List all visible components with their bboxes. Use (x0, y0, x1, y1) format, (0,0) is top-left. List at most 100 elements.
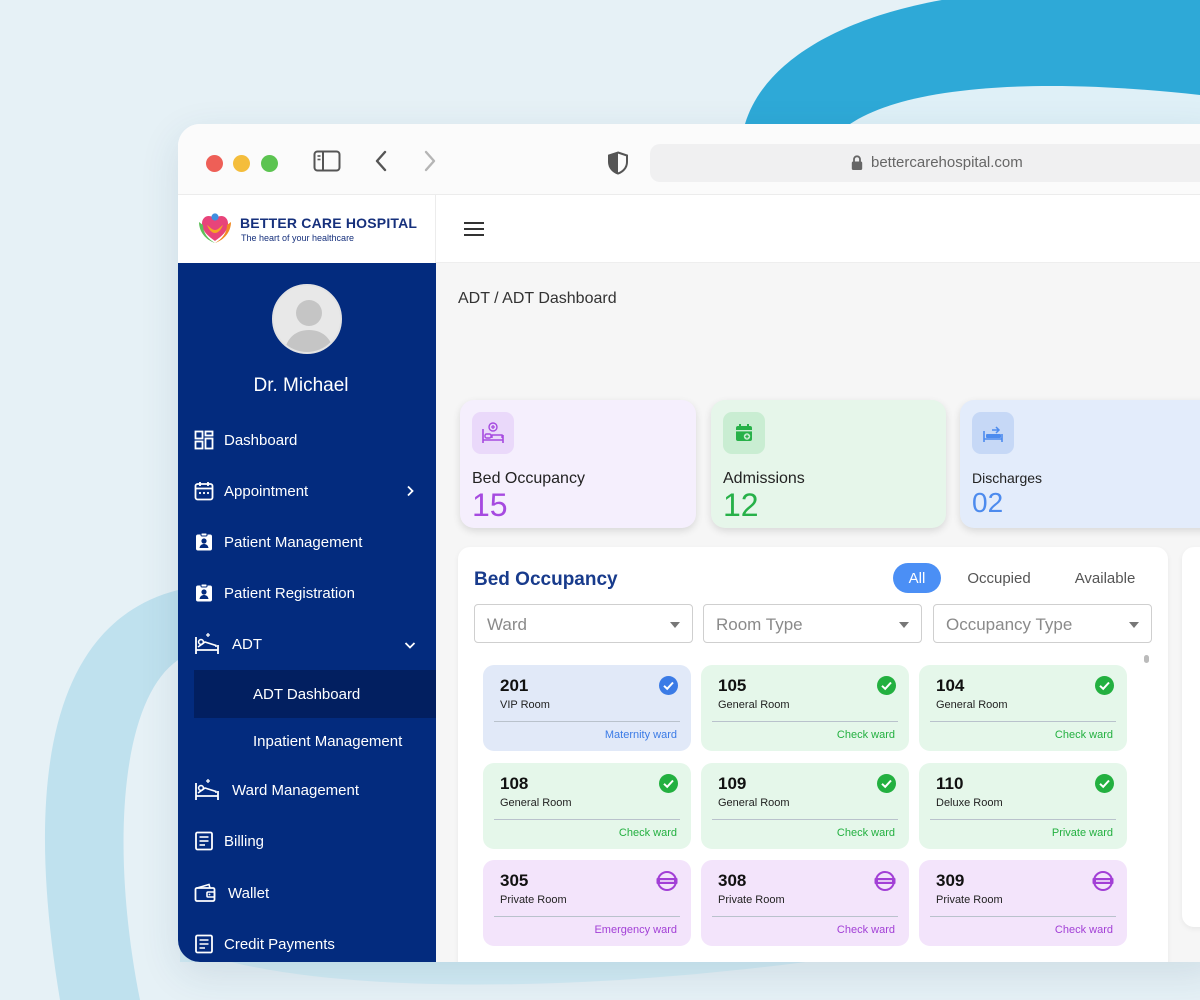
room-ward: Check ward (836, 827, 895, 839)
close-window-button[interactable] (206, 155, 223, 172)
dashboard-icon (194, 430, 214, 450)
stat-card-discharges[interactable]: Discharges 02 (960, 400, 1200, 528)
forward-arrow-icon[interactable] (423, 150, 437, 172)
browser-toolbar: bettercarehospital.com (178, 124, 1200, 195)
caret-down-icon (670, 622, 680, 628)
sidebar-item-adt-dashboard[interactable]: ADT Dashboard (194, 670, 436, 718)
sidebar-item-label: Patient Management (224, 533, 363, 551)
stat-card-admissions[interactable]: Admissions 12 (711, 400, 946, 528)
room-card[interactable]: 305 Private Room Emergency ward (483, 860, 691, 946)
occupied-badge-icon (656, 871, 678, 891)
filter-tab-occupied[interactable]: Occupied (959, 563, 1039, 593)
room-ward: Check ward (836, 924, 895, 936)
occupied-badge-icon (1092, 871, 1114, 891)
room-type: Private Room (936, 894, 1003, 906)
room-card[interactable]: 108 General Room Check ward (483, 763, 691, 849)
room-ward: Maternity ward (604, 729, 677, 741)
stat-card-bed-occupancy[interactable]: Bed Occupancy 15 (460, 400, 696, 528)
select-placeholder: Ward (487, 615, 527, 634)
sidebar-item-label: Credit Payments (224, 935, 335, 953)
room-number: 305 (500, 871, 529, 890)
address-bar[interactable]: bettercarehospital.com (650, 144, 1200, 182)
filter-tab-all[interactable]: All (893, 563, 941, 593)
divider (712, 721, 898, 722)
stat-value: 12 (723, 487, 759, 523)
stat-label: Discharges (972, 470, 1043, 486)
bed-occupancy-panel: Bed Occupancy All Occupied Available War… (458, 547, 1168, 962)
sidebar-item-label: ADT (232, 635, 262, 653)
main-content: ADT / ADT Dashboard Bed Occupancy 15 Adm… (436, 263, 1200, 962)
check-circle-icon (1095, 676, 1114, 695)
room-card[interactable]: 201 VIP Room Maternity ward (483, 665, 691, 751)
occupancy-type-select[interactable]: Occupancy Type (933, 604, 1152, 643)
sidebar-item-patient-registration[interactable]: Patient Registration (178, 570, 436, 616)
sidebar-item-dashboard[interactable]: Dashboard (178, 417, 436, 463)
id-badge-icon (196, 583, 212, 602)
room-card[interactable]: 308 Private Room Check ward (701, 860, 909, 946)
back-arrow-icon[interactable] (374, 150, 388, 172)
divider (930, 819, 1116, 820)
brand-header[interactable]: BETTER CARE HOSPITAL The heart of your h… (178, 195, 436, 263)
sidebar-item-label: Patient Registration (224, 584, 355, 602)
sidebar: BETTER CARE HOSPITAL The heart of your h… (178, 195, 436, 962)
user-name: Dr. Michael (253, 375, 349, 396)
sidebar-item-inpatient-management[interactable]: Inpatient Management (178, 717, 436, 765)
room-ward: Check ward (618, 827, 677, 839)
divider (712, 819, 898, 820)
room-type-select[interactable]: Room Type (703, 604, 922, 643)
check-circle-icon (659, 676, 678, 695)
scrollbar-thumb[interactable] (1144, 655, 1149, 663)
shield-icon[interactable] (607, 151, 629, 175)
room-ward: Private ward (1051, 827, 1113, 839)
id-badge-icon (196, 532, 212, 551)
maximize-window-button[interactable] (261, 155, 278, 172)
check-circle-icon (877, 676, 896, 695)
bed-occupancy-icon (472, 412, 514, 454)
room-number: 308 (718, 871, 747, 890)
room-card[interactable]: 110 Deluxe Room Private ward (919, 763, 1127, 849)
sidebar-item-credit-payments[interactable]: Credit Payments (178, 921, 436, 962)
brand-name: BETTER CARE HOSPITAL (240, 215, 418, 231)
room-number: 201 (500, 676, 529, 695)
room-card[interactable]: 104 General Room Check ward (919, 665, 1127, 751)
room-type: General Room (500, 797, 572, 809)
avatar[interactable] (272, 284, 342, 354)
bed-icon (195, 779, 219, 800)
minimize-window-button[interactable] (233, 155, 250, 172)
select-placeholder: Occupancy Type (946, 615, 1073, 634)
divider (930, 721, 1116, 722)
sidebar-item-wallet[interactable]: Wallet (178, 870, 436, 916)
divider (930, 916, 1116, 917)
sidebar-item-adt[interactable]: ADT (178, 621, 436, 667)
panel-title: Bed Occupancy (474, 569, 618, 590)
sidebar-item-appointment[interactable]: Appointment (178, 468, 436, 514)
room-card[interactable]: 105 General Room Check ward (701, 665, 909, 751)
app-header (436, 195, 1200, 263)
room-number: 110 (936, 774, 964, 793)
sidebar-item-billing[interactable]: Billing (178, 818, 436, 864)
sidebar-toggle-icon[interactable] (313, 150, 341, 172)
room-card[interactable]: 109 General Room Check ward (701, 763, 909, 849)
sidebar-item-label: ADT Dashboard (253, 685, 361, 703)
url-text: bettercarehospital.com (871, 154, 1023, 171)
stat-value: 15 (472, 487, 508, 523)
stat-value: 02 (972, 487, 1004, 518)
stat-label: Admissions (723, 470, 805, 487)
lock-icon (851, 155, 863, 170)
filter-tab-available[interactable]: Available (1063, 563, 1147, 593)
chevron-down-icon (404, 642, 416, 649)
sidebar-item-label: Ward Management (232, 781, 360, 799)
discharges-icon (972, 412, 1014, 454)
room-number: 309 (936, 871, 965, 890)
room-card[interactable]: 309 Private Room Check ward (919, 860, 1127, 946)
hamburger-menu-icon[interactable] (464, 222, 484, 236)
sidebar-item-ward-management[interactable]: Ward Management (178, 767, 436, 813)
sidebar-item-patient-management[interactable]: Patient Management (178, 519, 436, 565)
room-ward: Check ward (1054, 729, 1113, 741)
room-type: Private Room (718, 894, 785, 906)
hospital-logo (199, 213, 231, 243)
ward-select[interactable]: Ward (474, 604, 693, 643)
room-ward: Emergency ward (594, 924, 677, 936)
user-silhouette-icon (274, 286, 340, 352)
caret-down-icon (899, 622, 909, 628)
